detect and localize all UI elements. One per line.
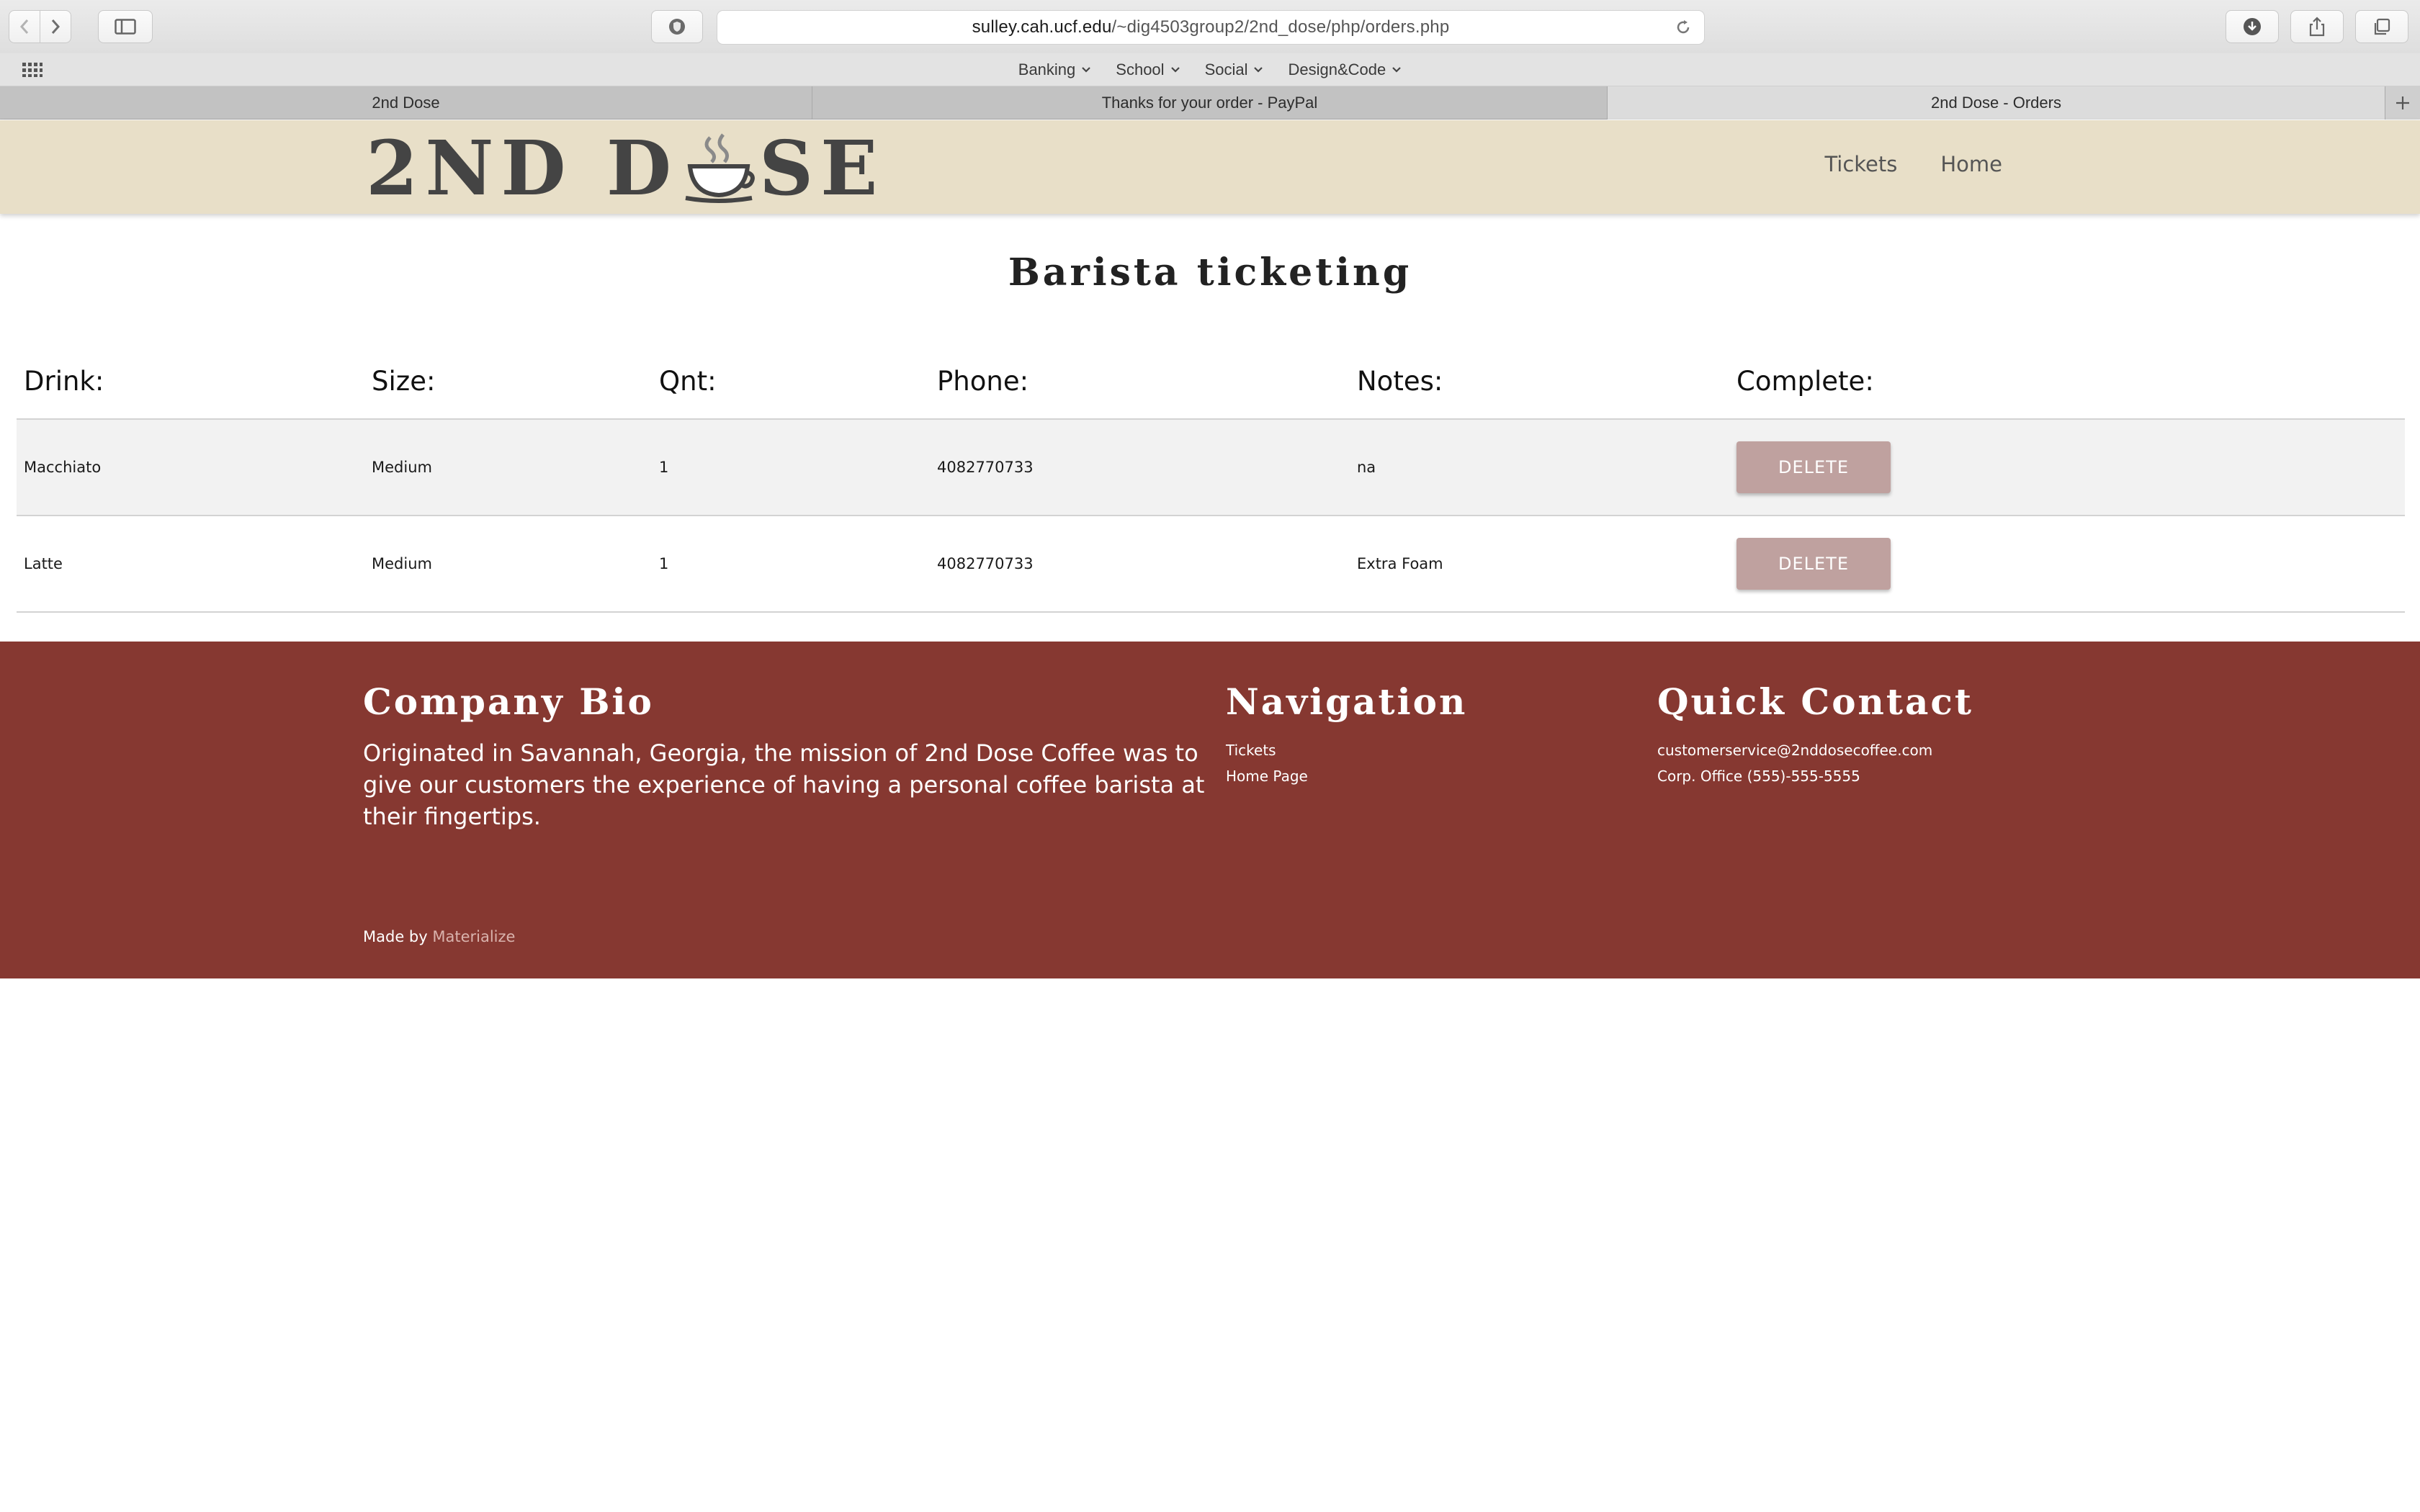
shield-icon — [669, 19, 685, 35]
delete-button[interactable]: DELETE — [1736, 441, 1891, 493]
plus-icon — [2396, 96, 2409, 109]
address-bar[interactable]: sulley.cah.ucf.edu/~dig4503group2/2nd_do… — [717, 10, 1705, 45]
column-header-phone: Phone: — [930, 344, 1350, 420]
favorite-label: Social — [1204, 60, 1248, 78]
footer-quick-contact: Quick Contact customerservice@2nddosecof… — [1657, 680, 1973, 789]
cell-drink: Macchiato — [17, 419, 364, 516]
main-nav: Tickets Home — [1824, 152, 2002, 176]
table-row: Latte Medium 1 4082770733 Extra Foam DEL… — [17, 516, 2405, 613]
downloads-button[interactable] — [2226, 10, 2279, 43]
materialize-link[interactable]: Materialize — [432, 928, 515, 945]
footer-nav-title: Navigation — [1226, 680, 1468, 723]
footer-bio-text: Originated in Savannah, Georgia, the mis… — [363, 739, 1205, 830]
delete-button[interactable]: DELETE — [1736, 538, 1891, 590]
cell-size: Medium — [364, 419, 652, 516]
cell-notes: na — [1350, 419, 1729, 516]
favorite-label: School — [1116, 60, 1165, 78]
cell-size: Medium — [364, 516, 652, 613]
cell-drink: Latte — [17, 516, 364, 613]
download-icon — [2244, 18, 2261, 35]
url-path: /~dig4503group2/2nd_dose/php/orders.php — [1111, 17, 1450, 37]
chevron-down-icon — [1392, 67, 1402, 73]
nav-tickets[interactable]: Tickets — [1824, 152, 1897, 176]
footer-nav-list: Tickets Home Page — [1226, 737, 1467, 789]
tabs-icon — [2374, 18, 2390, 35]
orders-table: Drink: Size: Qnt: Phone: Notes: Complete… — [17, 344, 2405, 613]
cell-phone: 4082770733 — [930, 419, 1350, 516]
reload-icon[interactable] — [1674, 18, 1693, 37]
favorite-school[interactable]: School — [1116, 60, 1180, 79]
logo[interactable]: 2ND D SE — [366, 124, 884, 212]
forward-button[interactable] — [40, 10, 71, 43]
favorite-design-code[interactable]: Design&Code — [1288, 60, 1402, 79]
favorites-bar: Banking School Social Design&Code — [0, 53, 2420, 86]
footer-navigation: Navigation Tickets Home Page — [1226, 680, 1467, 789]
tab-paypal[interactable]: Thanks for your order - PayPal — [812, 86, 1608, 120]
cell-qnt: 1 — [652, 419, 930, 516]
page-title: Barista ticketing — [1008, 251, 1412, 294]
sidebar-icon — [115, 19, 136, 35]
footer-contact-email: customerservice@2nddosecoffee.com — [1657, 742, 1933, 759]
favorite-label: Banking — [1018, 60, 1076, 78]
chevron-right-icon — [51, 19, 60, 34]
favorite-banking[interactable]: Banking — [1018, 60, 1092, 79]
sidebar-toggle-button[interactable] — [98, 10, 153, 43]
column-header-drink: Drink: — [17, 344, 364, 420]
column-header-size: Size: — [364, 344, 652, 420]
tab-overview-button[interactable] — [2355, 10, 2408, 43]
tab-bar: 2nd Dose Thanks for your order - PayPal … — [0, 86, 2420, 120]
share-button[interactable] — [2290, 10, 2344, 43]
site-footer: Company Bio Originated in Savannah, Geor… — [0, 642, 2420, 978]
back-button[interactable] — [9, 10, 40, 43]
chevron-down-icon — [1082, 67, 1091, 73]
browser-toolbar: sulley.cah.ucf.edu/~dig4503group2/2nd_do… — [0, 0, 2420, 53]
footer-company-bio: Company Bio Originated in Savannah, Geor… — [363, 680, 1213, 832]
footer-link-tickets[interactable]: Tickets — [1226, 742, 1276, 759]
nav-home[interactable]: Home — [1940, 152, 2002, 176]
table-header-row: Drink: Size: Qnt: Phone: Notes: Complete… — [17, 344, 2405, 420]
column-header-complete: Complete: — [1729, 344, 2405, 420]
footer-contact-phone: Corp. Office (555)-555-5555 — [1657, 768, 1860, 785]
column-header-qnt: Qnt: — [652, 344, 930, 420]
footer-nav-item: Tickets — [1226, 737, 1467, 763]
new-tab-button[interactable] — [2385, 86, 2420, 120]
coffee-cup-icon — [685, 133, 755, 203]
favorite-label: Design&Code — [1288, 60, 1386, 78]
table-row: Macchiato Medium 1 4082770733 na DELETE — [17, 419, 2405, 516]
tab-orders[interactable]: 2nd Dose - Orders — [1608, 86, 2385, 120]
url-host: sulley.cah.ucf.edu — [972, 17, 1112, 37]
chevron-down-icon — [1254, 67, 1263, 73]
favorite-social[interactable]: Social — [1205, 60, 1264, 79]
chevron-down-icon — [1170, 67, 1180, 73]
tab-label: Thanks for your order - PayPal — [1101, 94, 1318, 112]
chevron-left-icon — [19, 19, 29, 34]
privacy-report-button[interactable] — [651, 10, 703, 43]
cell-notes: Extra Foam — [1350, 516, 1729, 613]
tab-label: 2nd Dose - Orders — [1931, 94, 2061, 112]
tab-2nd-dose[interactable]: 2nd Dose — [0, 86, 812, 120]
footer-bio-title: Company Bio — [363, 680, 654, 723]
made-by-prefix: Made by — [363, 928, 428, 945]
cell-phone: 4082770733 — [930, 516, 1350, 613]
logo-text-left: 2ND D — [366, 123, 679, 212]
cell-complete: DELETE — [1729, 516, 2405, 613]
cell-qnt: 1 — [652, 516, 930, 613]
footer-link-home-page[interactable]: Home Page — [1226, 768, 1308, 785]
made-by-credit: Made by Materialize — [363, 928, 515, 945]
logo-text-right: SE — [759, 123, 885, 212]
cell-complete: DELETE — [1729, 419, 2405, 516]
tab-label: 2nd Dose — [372, 94, 440, 112]
footer-nav-item: Home Page — [1226, 763, 1467, 789]
site-header: 2ND D SE Tickets Home — [0, 120, 2420, 214]
footer-contact-title: Quick Contact — [1657, 680, 1973, 723]
column-header-notes: Notes: — [1350, 344, 1729, 420]
share-icon — [2309, 17, 2325, 37]
